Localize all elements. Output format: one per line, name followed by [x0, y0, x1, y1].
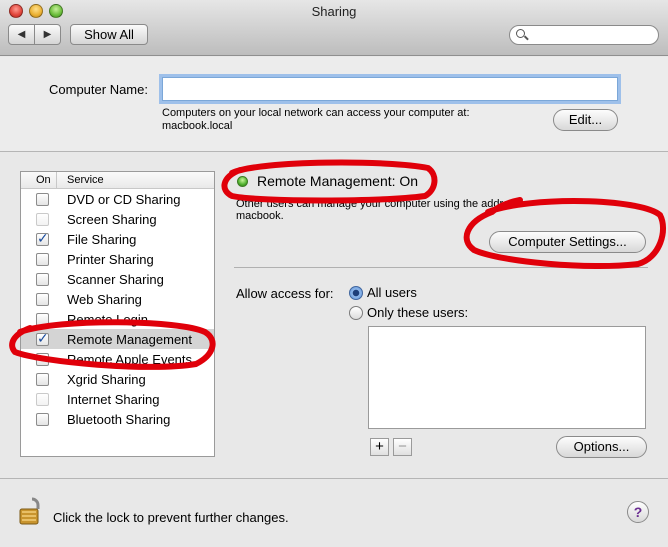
on-column-header[interactable]: On: [21, 172, 57, 188]
service-row[interactable]: Bluetooth Sharing: [21, 409, 214, 429]
computer-name-field[interactable]: [162, 77, 618, 101]
service-name: Internet Sharing: [67, 391, 160, 407]
service-rows: DVD or CD Sharing Screen Sharing File Shar…: [21, 189, 214, 429]
search-icon: [516, 29, 525, 38]
service-checkbox[interactable]: [36, 192, 49, 206]
service-checkbox[interactable]: [36, 352, 49, 366]
computer-name-help-line: Computers on your local network can acce…: [162, 107, 470, 119]
service-name: Remote Apple Events: [67, 351, 193, 367]
service-name: Remote Login: [67, 311, 148, 327]
service-description: Other users can manage your computer usi…: [236, 198, 566, 222]
service-checkbox[interactable]: [36, 252, 49, 266]
only-these-users-label[interactable]: Only these users:: [367, 305, 468, 320]
service-checkbox[interactable]: [36, 312, 49, 326]
service-row[interactable]: Printer Sharing: [21, 249, 214, 269]
service-name: File Sharing: [67, 231, 137, 247]
service-row[interactable]: DVD or CD Sharing: [21, 189, 214, 209]
service-name: DVD or CD Sharing: [67, 191, 181, 207]
local-hostname: macbook.local: [162, 120, 233, 132]
computer-settings-button[interactable]: Computer Settings...: [489, 231, 646, 253]
service-row[interactable]: Remote Apple Events: [21, 349, 214, 369]
back-forward-control: ◀ ▶: [8, 24, 61, 45]
all-users-label[interactable]: All users: [367, 285, 417, 300]
status-indicator-icon: [237, 176, 248, 187]
service-column-header[interactable]: Service: [57, 172, 214, 188]
computer-name-pane: [0, 57, 668, 152]
add-user-button[interactable]: +: [370, 438, 389, 456]
help-button[interactable]: ?: [627, 501, 649, 523]
allow-access-label: Allow access for:: [236, 286, 334, 301]
search-field[interactable]: [509, 25, 659, 45]
back-button[interactable]: ◀: [9, 25, 35, 44]
service-checkbox[interactable]: [36, 272, 49, 286]
all-users-radio[interactable]: [349, 286, 363, 300]
service-row[interactable]: Web Sharing: [21, 289, 214, 309]
service-row[interactable]: Remote Login: [21, 309, 214, 329]
service-row[interactable]: Remote Management: [21, 329, 214, 349]
service-checkbox[interactable]: [36, 372, 49, 386]
service-checkbox[interactable]: [36, 392, 49, 406]
service-name: Screen Sharing: [67, 211, 157, 227]
computer-name-help: Computers on your local network can acce…: [162, 107, 522, 133]
only-these-users-radio[interactable]: [349, 306, 363, 320]
service-list[interactable]: On Service DVD or CD Sharing Screen Shari…: [20, 171, 215, 457]
section-divider: [234, 267, 648, 268]
users-list[interactable]: [368, 326, 646, 429]
service-name: Remote Management: [67, 331, 193, 347]
show-all-button[interactable]: Show All: [70, 24, 148, 45]
edit-hostname-button[interactable]: Edit...: [553, 109, 618, 131]
service-name: Bluetooth Sharing: [67, 411, 171, 427]
service-name: Xgrid Sharing: [67, 371, 146, 387]
back-arrow-icon: ◀: [17, 29, 26, 40]
computer-name-label: Computer Name:: [49, 82, 148, 97]
service-list-header: On Service: [21, 172, 214, 189]
lock-message: Click the lock to prevent further change…: [53, 510, 289, 525]
service-checkbox[interactable]: [36, 292, 49, 306]
service-name: Web Sharing: [67, 291, 142, 307]
service-row[interactable]: Scanner Sharing: [21, 269, 214, 289]
service-name: Scanner Sharing: [67, 271, 164, 287]
options-button[interactable]: Options...: [556, 436, 647, 458]
service-status: Remote Management: On: [257, 173, 419, 189]
service-description-line: Other users can manage your computer usi…: [236, 198, 521, 210]
window-title: Sharing: [311, 4, 357, 19]
service-row[interactable]: Internet Sharing: [21, 389, 214, 409]
remove-user-button[interactable]: −: [393, 438, 412, 456]
service-checkbox[interactable]: [36, 230, 49, 247]
service-checkbox[interactable]: [36, 330, 49, 347]
lock-icon[interactable]: [19, 496, 45, 526]
service-row[interactable]: Screen Sharing: [21, 209, 214, 229]
service-checkbox[interactable]: [36, 412, 49, 426]
forward-button[interactable]: ▶: [35, 25, 60, 44]
service-row[interactable]: File Sharing: [21, 229, 214, 249]
service-row[interactable]: Xgrid Sharing: [21, 369, 214, 389]
forward-arrow-icon: ▶: [43, 29, 52, 40]
service-address: macbook.: [236, 210, 284, 222]
service-name: Printer Sharing: [67, 251, 154, 267]
service-checkbox[interactable]: [36, 212, 49, 226]
